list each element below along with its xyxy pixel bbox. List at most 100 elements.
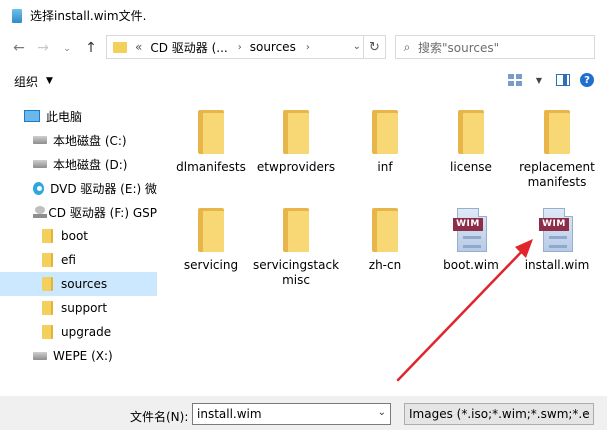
- folder-icon: [458, 110, 484, 154]
- sidebar-item-label: WEPE (X:): [53, 349, 113, 363]
- file-name: install.wim: [524, 258, 590, 272]
- wim-badge: WIM: [539, 218, 569, 231]
- folder-icon: [42, 229, 53, 243]
- folder-icon: [283, 110, 309, 154]
- wim-file-icon: WIM: [539, 208, 575, 252]
- caret-down-icon[interactable]: ▼: [46, 76, 53, 86]
- sidebar-item-label: upgrade: [61, 325, 112, 339]
- wim-badge: WIM: [453, 218, 483, 231]
- file-item-inf[interactable]: inf: [342, 104, 428, 204]
- organize-button[interactable]: 组织: [14, 73, 38, 90]
- command-bar: 组织 ▼ ▼ ?: [0, 65, 607, 97]
- file-name: boot.wim: [443, 258, 499, 272]
- folder-icon: [283, 208, 309, 252]
- chevron-down-icon[interactable]: ⌄: [378, 407, 386, 418]
- wim-file-icon: WIM: [453, 208, 489, 252]
- file-item-dlmanifests[interactable]: dlmanifests: [168, 104, 254, 204]
- sidebar-item-drive-f[interactable]: CD 驱动器 (F:) GSP: [0, 200, 157, 224]
- file-list: dlmanifests etwproviders inf license rep…: [160, 100, 607, 395]
- sidebar-item-boot[interactable]: boot: [0, 224, 157, 248]
- change-view-button[interactable]: [507, 72, 523, 88]
- file-item-license[interactable]: license: [428, 104, 514, 204]
- breadcrumb-separator[interactable]: ›: [238, 42, 242, 53]
- file-item-replacementmanifests[interactable]: replacementmanifests: [514, 104, 600, 204]
- sidebar-item-label: sources: [61, 277, 108, 291]
- file-item-servicing[interactable]: servicing: [168, 202, 254, 302]
- sidebar-item-label: boot: [61, 229, 89, 243]
- search-input[interactable]: ⌕ 搜索"sources": [395, 35, 595, 59]
- chevron-down-icon[interactable]: ⌄: [581, 407, 589, 418]
- folder-icon: [42, 277, 53, 291]
- folder-icon: [42, 301, 53, 315]
- sidebar-item-support[interactable]: support: [0, 296, 157, 320]
- sidebar-item-upgrade[interactable]: upgrade: [0, 320, 157, 344]
- cd-drive-icon: [33, 206, 48, 218]
- search-icon: ⌕: [403, 39, 411, 54]
- sidebar-item-label: 本地磁盘 (D:): [53, 157, 128, 172]
- filename-input[interactable]: install.wim ⌄: [192, 403, 391, 425]
- file-name: license: [450, 160, 492, 174]
- file-name: servicingstackmisc: [253, 258, 340, 287]
- sidebar-item-drive-d[interactable]: 本地磁盘 (D:): [0, 152, 157, 176]
- up-arrow-icon[interactable]: ↑: [80, 37, 102, 59]
- sidebar-item-label: CD 驱动器 (F:) GSP: [48, 205, 157, 220]
- forward-arrow-icon[interactable]: →: [32, 37, 54, 59]
- breadcrumb-separator[interactable]: ›: [306, 42, 310, 53]
- computer-icon: [24, 110, 40, 122]
- folder-icon: [42, 325, 53, 339]
- app-icon: [12, 8, 22, 23]
- folder-icon: [198, 110, 224, 154]
- help-button[interactable]: ?: [579, 72, 595, 88]
- search-placeholder: 搜索"sources": [418, 40, 500, 55]
- file-item-install-wim[interactable]: WIM install.wim: [514, 202, 600, 302]
- sidebar-item-this-pc[interactable]: 此电脑: [0, 104, 157, 128]
- file-name: etwproviders: [256, 160, 336, 174]
- folder-icon: [372, 110, 398, 154]
- folder-icon: [42, 253, 53, 267]
- sidebar-item-label: efi: [61, 253, 76, 267]
- sidebar-item-label: 本地磁盘 (C:): [53, 133, 127, 148]
- navigation-bar: ← → ⌄ ↑ « CD 驱动器 (... › sources › ⌄ ↻ ⌕ …: [0, 31, 607, 65]
- chevron-down-icon[interactable]: ⌄: [56, 38, 78, 60]
- file-name-bar: 文件名(N): install.wim ⌄ Images (*.iso;*.wi…: [0, 396, 607, 430]
- preview-pane-button[interactable]: [555, 72, 571, 88]
- view-grid-icon: [508, 74, 522, 86]
- file-item-etwproviders[interactable]: etwproviders: [253, 104, 339, 204]
- filename-label: 文件名(N):: [130, 410, 189, 424]
- file-name: dlmanifests: [176, 160, 246, 174]
- file-name: zh-cn: [368, 258, 402, 272]
- help-icon: ?: [580, 73, 594, 87]
- sidebar-item-drive-x[interactable]: WEPE (X:): [0, 344, 157, 368]
- drive-icon: [33, 136, 47, 144]
- file-item-zh-cn[interactable]: zh-cn: [342, 202, 428, 302]
- chevron-down-icon[interactable]: ⌄: [353, 41, 361, 52]
- breadcrumb-cd-drive[interactable]: CD 驱动器 (...: [150, 39, 227, 56]
- drive-icon: [33, 160, 47, 168]
- window-title: 选择install.wim文件.: [30, 9, 147, 23]
- folder-icon: [372, 208, 398, 252]
- sidebar-item-drive-c[interactable]: 本地磁盘 (C:): [0, 128, 157, 152]
- sidebar-item-drive-e[interactable]: DVD 驱动器 (E:) 微: [0, 176, 157, 200]
- back-arrow-icon[interactable]: ←: [8, 37, 30, 59]
- sidebar-item-efi[interactable]: efi: [0, 248, 157, 272]
- file-type-select[interactable]: Images (*.iso;*.wim;*.swm;*.e ⌄: [404, 403, 594, 425]
- refresh-icon[interactable]: ↻: [363, 36, 385, 58]
- file-item-boot-wim[interactable]: WIM boot.wim: [428, 202, 514, 302]
- preview-pane-icon: [556, 74, 570, 86]
- sidebar-item-label: 此电脑: [46, 109, 83, 124]
- file-name: servicing: [183, 258, 239, 272]
- dvd-icon: [33, 181, 45, 195]
- view-options-caret-icon[interactable]: ▼: [531, 72, 547, 88]
- sidebar-item-sources[interactable]: sources: [0, 272, 157, 296]
- address-bar[interactable]: « CD 驱动器 (... › sources › ⌄ ↻: [106, 35, 386, 59]
- title-bar: 选择install.wim文件.: [0, 0, 607, 31]
- breadcrumb-overflow[interactable]: «: [135, 40, 142, 54]
- file-name: inf: [377, 160, 393, 174]
- file-item-servicingstackmisc[interactable]: servicingstackmisc: [253, 202, 339, 302]
- file-type-value: Images (*.iso;*.wim;*.swm;*.e: [409, 407, 590, 421]
- sidebar-item-label: DVD 驱动器 (E:) 微: [50, 181, 157, 196]
- drive-icon: [33, 352, 47, 360]
- breadcrumb-sources[interactable]: sources: [250, 40, 296, 54]
- navigation-pane: 此电脑 本地磁盘 (C:) 本地磁盘 (D:) DVD 驱动器 (E:) 微 C…: [0, 100, 157, 395]
- folder-icon: [113, 41, 127, 53]
